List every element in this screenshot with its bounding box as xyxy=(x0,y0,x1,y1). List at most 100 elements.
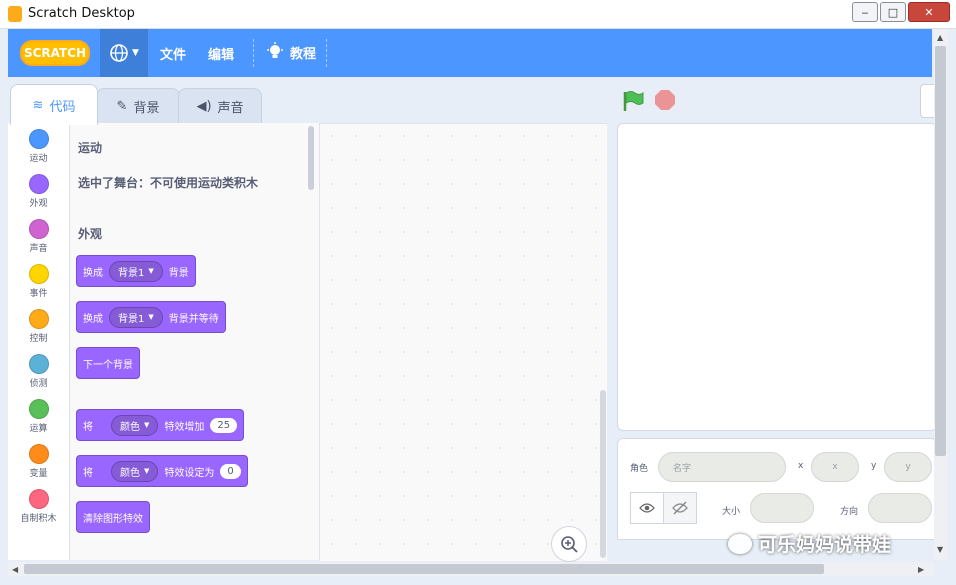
x-input[interactable]: x xyxy=(811,452,859,482)
my-blocks-color-dot xyxy=(28,489,49,509)
language-menu[interactable]: ▼ xyxy=(100,29,148,77)
block-suffix: 背景 xyxy=(168,267,189,279)
chevron-down-icon: ▼ xyxy=(148,267,154,275)
block-suffix: 背景并等待 xyxy=(168,313,219,325)
category-operators[interactable]: 运算 xyxy=(8,399,69,434)
effect-value-input[interactable]: 0 xyxy=(220,463,241,479)
close-button[interactable]: ✕ xyxy=(908,2,950,22)
category-sensing[interactable]: 侦测 xyxy=(8,354,69,389)
backdrop-dropdown[interactable]: 背景1 ▼ xyxy=(109,260,163,282)
dropdown-value: 颜色 xyxy=(120,467,140,479)
category-my-blocks[interactable]: 自制积木 xyxy=(8,489,69,524)
scroll-right-icon[interactable]: ▶ xyxy=(918,565,924,574)
set-effect-block[interactable]: 将 颜色 ▼ 特效设定为 0 xyxy=(76,455,248,487)
block-text: 下一个背景 xyxy=(83,359,133,371)
watermark: 可乐妈妈说带娃 xyxy=(728,530,891,557)
window-title: Scratch Desktop xyxy=(28,6,135,21)
switch-backdrop-block[interactable]: 换成 背景1 ▼ 背景 xyxy=(76,255,196,287)
variables-color-dot xyxy=(28,444,49,464)
sound-color-dot xyxy=(28,219,49,239)
y-label: y xyxy=(871,461,877,471)
category-sound[interactable]: 声音 xyxy=(8,219,69,254)
size-input[interactable] xyxy=(750,493,814,523)
dropdown-value: 颜色 xyxy=(120,421,140,433)
green-flag-icon[interactable] xyxy=(622,90,644,112)
scroll-left-icon[interactable]: ◀ xyxy=(12,565,18,574)
stop-icon[interactable] xyxy=(655,90,675,110)
tab-code-label: 代码 xyxy=(49,99,76,115)
effect-dropdown[interactable]: 颜色 ▼ xyxy=(111,414,159,436)
code-icon: ≋ xyxy=(32,97,44,113)
category-label: 自制积木 xyxy=(20,514,57,524)
window-horizontal-scroll-thumb[interactable] xyxy=(24,564,824,574)
hide-sprite-button[interactable] xyxy=(663,492,697,524)
tab-backdrops[interactable]: ✎ 背景 xyxy=(96,88,180,124)
eye-slash-icon xyxy=(672,501,688,515)
change-effect-block[interactable]: 将 颜色 ▼ 特效增加 25 xyxy=(76,409,245,441)
tab-sounds[interactable]: ◀) 声音 xyxy=(178,88,262,124)
block-text: 将 xyxy=(83,421,93,433)
tab-sounds-label: 声音 xyxy=(217,101,244,116)
speaker-icon: ◀) xyxy=(196,99,212,114)
minimize-button[interactable]: ‒ xyxy=(852,2,878,22)
menu-divider xyxy=(326,39,328,67)
effect-dropdown[interactable]: 颜色 ▼ xyxy=(111,460,159,482)
chevron-down-icon: ▼ xyxy=(132,48,139,58)
file-menu[interactable]: 文件 xyxy=(160,44,186,63)
zoom-in-icon xyxy=(561,536,578,553)
clear-graphic-effects-block[interactable]: 清除图形特效 xyxy=(76,501,150,533)
category-motion[interactable]: 运动 xyxy=(8,129,69,164)
tab-backdrops-label: 背景 xyxy=(133,101,160,116)
stage-canvas[interactable] xyxy=(617,123,937,431)
scroll-up-icon[interactable]: ▲ xyxy=(937,33,943,42)
effect-amount-input[interactable]: 25 xyxy=(210,417,238,433)
tutorials-menu[interactable]: 教程 xyxy=(266,42,316,62)
stage-size-button[interactable] xyxy=(920,84,935,118)
maximize-button[interactable]: □ xyxy=(880,2,906,22)
category-label: 事件 xyxy=(29,289,48,299)
motion-header: 运动 xyxy=(78,141,103,155)
window-titlebar: Scratch Desktop ‒ □ ✕ xyxy=(0,0,956,29)
category-label: 运动 xyxy=(29,154,48,164)
events-color-dot xyxy=(28,264,49,284)
chevron-down-icon: ▼ xyxy=(144,467,150,475)
script-workspace[interactable] xyxy=(320,123,607,561)
chevron-down-icon: ▼ xyxy=(144,421,150,429)
y-input[interactable]: y xyxy=(884,452,932,482)
category-variables[interactable]: 变量 xyxy=(8,444,69,479)
brush-icon: ✎ xyxy=(116,99,128,114)
scroll-down-icon[interactable]: ▼ xyxy=(937,545,943,554)
sprite-info-panel: 角色 名字 x x y y 大小 方向 xyxy=(617,438,937,540)
tutorials-label: 教程 xyxy=(290,46,317,62)
category-label: 声音 xyxy=(29,244,48,254)
switch-backdrop-and-wait-block[interactable]: 换成 背景1 ▼ 背景并等待 xyxy=(76,301,226,333)
motion-color-dot xyxy=(28,129,49,149)
tab-code[interactable]: ≋ 代码 xyxy=(10,84,98,125)
direction-input[interactable] xyxy=(868,493,932,523)
show-sprite-button[interactable] xyxy=(630,492,664,524)
scratch-logo[interactable]: SCRATCH xyxy=(20,40,90,66)
sensing-color-dot xyxy=(28,354,49,374)
category-looks[interactable]: 外观 xyxy=(8,174,69,209)
menu-bar: SCRATCH ▼ 文件 编辑 教程 xyxy=(8,29,932,77)
menu-divider xyxy=(253,39,255,67)
next-backdrop-block[interactable]: 下一个背景 xyxy=(76,347,140,379)
motion-disabled-note: 选中了舞台：不可使用运动类积木 xyxy=(78,176,259,190)
backdrop-dropdown[interactable]: 背景1 ▼ xyxy=(109,306,163,328)
block-palette: 运动 选中了舞台：不可使用运动类积木 外观 换成 背景1 ▼ 背景 换成 背景1 ▼… xyxy=(70,123,320,560)
workspace-scrollbar[interactable] xyxy=(600,390,606,558)
dropdown-value: 背景1 xyxy=(118,267,145,279)
sprite-name-input[interactable]: 名字 xyxy=(658,452,786,482)
category-events[interactable]: 事件 xyxy=(8,264,69,299)
zoom-in-button[interactable] xyxy=(551,526,587,562)
category-control[interactable]: 控制 xyxy=(8,309,69,344)
block-text: 将 xyxy=(83,467,93,479)
window-controls: ‒ □ ✕ xyxy=(852,2,950,22)
category-label: 侦测 xyxy=(29,379,48,389)
block-suffix: 特效设定为 xyxy=(164,467,215,479)
eye-icon xyxy=(639,503,655,513)
palette-scrollbar[interactable] xyxy=(308,126,314,190)
window-vertical-scroll-thumb[interactable] xyxy=(935,46,946,456)
category-label: 控制 xyxy=(29,334,48,344)
edit-menu[interactable]: 编辑 xyxy=(208,44,234,63)
